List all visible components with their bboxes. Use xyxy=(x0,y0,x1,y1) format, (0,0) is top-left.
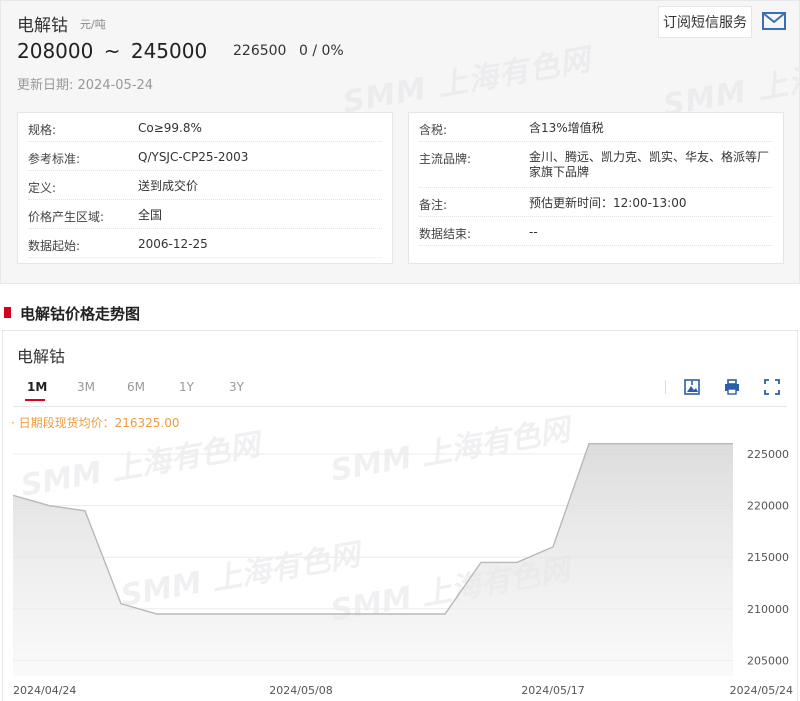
right-label: 含税: xyxy=(419,123,448,137)
x-tick-label: 2024/05/17 xyxy=(521,684,584,697)
chart-watermark: SMM 上海有色网 xyxy=(18,427,266,504)
spec-panel-left: 规格: Co≥99.8% 参考标准: Q/YSJC-CP25-2003 定义: 送到成交价… xyxy=(17,112,393,264)
right-value: -- xyxy=(529,225,538,239)
left-row: 数据起始: 2006-12-25 xyxy=(28,229,382,258)
right-row: 备注: 预估更新时间：12:00-13:00 xyxy=(419,188,773,217)
price-low: 208000 xyxy=(17,39,94,63)
watermark: SMM 上海有色网 xyxy=(340,42,594,121)
right-row: 含税: 含13%增值税 xyxy=(419,113,773,142)
left-label: 价格产生区域: xyxy=(28,210,105,224)
right-label: 主流品牌: xyxy=(419,152,472,166)
left-value: Q/YSJC-CP25-2003 xyxy=(138,150,249,164)
left-label: 定义: xyxy=(28,181,57,195)
x-tick-label: 2024/05/08 xyxy=(269,684,332,697)
chart-watermark: SMM 上海有色网 xyxy=(328,412,576,489)
left-label: 参考标准: xyxy=(28,152,81,166)
price-unit: 元/吨 xyxy=(80,18,106,31)
y-tick-label: 220000 xyxy=(747,500,789,513)
y-tick-label: 215000 xyxy=(747,551,789,564)
price-change: 0 / 0% xyxy=(299,43,344,59)
right-label: 数据结束: xyxy=(419,227,472,241)
price-chart[interactable]: SMM 上海有色网 SMM 上海有色网SMM 上海有色网SMM 上海有色网 205… xyxy=(3,331,798,701)
left-value: 全国 xyxy=(138,208,163,222)
spec-panel-right: 含税: 含13%增值税主流品牌: 金川、腾远、凯力克、凯实、华友、格派等厂家旗下品牌… xyxy=(408,112,784,264)
left-value: 2006-12-25 xyxy=(138,237,208,251)
price-header-panel: SMM 上海有色网 SMM 上海有色网 电解钴 元/吨 208000 ~ 245… xyxy=(0,0,800,284)
right-row: 主流品牌: 金川、腾远、凯力克、凯实、华友、格派等厂家旗下品牌 xyxy=(419,142,773,188)
y-tick-label: 210000 xyxy=(747,603,789,616)
product-title: 电解钴 xyxy=(17,16,68,36)
left-label: 规格: xyxy=(28,123,57,137)
mail-icon[interactable] xyxy=(762,12,786,30)
section-title-text: 电解钴价格走势图 xyxy=(20,305,141,323)
right-row: 数据结束: -- xyxy=(419,217,773,246)
left-row: 参考标准: Q/YSJC-CP25-2003 xyxy=(28,142,382,171)
right-value: 含13%增值税 xyxy=(529,121,604,135)
right-value: 金川、腾远、凯力克、凯实、华友、格派等厂家旗下品牌 xyxy=(529,150,770,179)
price-average: 226500 xyxy=(233,43,287,59)
right-label: 备注: xyxy=(419,198,448,212)
left-row: 定义: 送到成交价 xyxy=(28,171,382,200)
left-row: 规格: Co≥99.8% xyxy=(28,113,382,142)
x-tick-label: 2024/04/24 xyxy=(13,684,76,697)
right-value: 预估更新时间：12:00-13:00 xyxy=(529,196,687,210)
price-sep: ~ xyxy=(103,39,121,63)
section-title: 电解钴价格走势图 xyxy=(4,303,140,324)
y-tick-label: 205000 xyxy=(747,655,789,668)
update-date: 更新日期: 2024-05-24 xyxy=(17,78,154,93)
section-marker xyxy=(4,307,11,318)
x-tick-label: 2024/05/24 xyxy=(730,684,793,697)
y-tick-label: 225000 xyxy=(747,448,789,461)
subscribe-sms-button[interactable]: 订阅短信服务 xyxy=(658,6,752,38)
price-range: 208000 ~ 245000 xyxy=(17,39,207,63)
left-label: 数据起始: xyxy=(28,239,81,253)
left-value: Co≥99.8% xyxy=(138,121,202,135)
left-value: 送到成交价 xyxy=(138,179,199,193)
price-high: 245000 xyxy=(130,39,208,63)
chart-container: 电解钴 1M 3M 6M 1Y 3Y · 日期段现货均价：216325.00 SMM 上… xyxy=(2,330,798,701)
left-row: 价格产生区域: 全国 xyxy=(28,200,382,229)
